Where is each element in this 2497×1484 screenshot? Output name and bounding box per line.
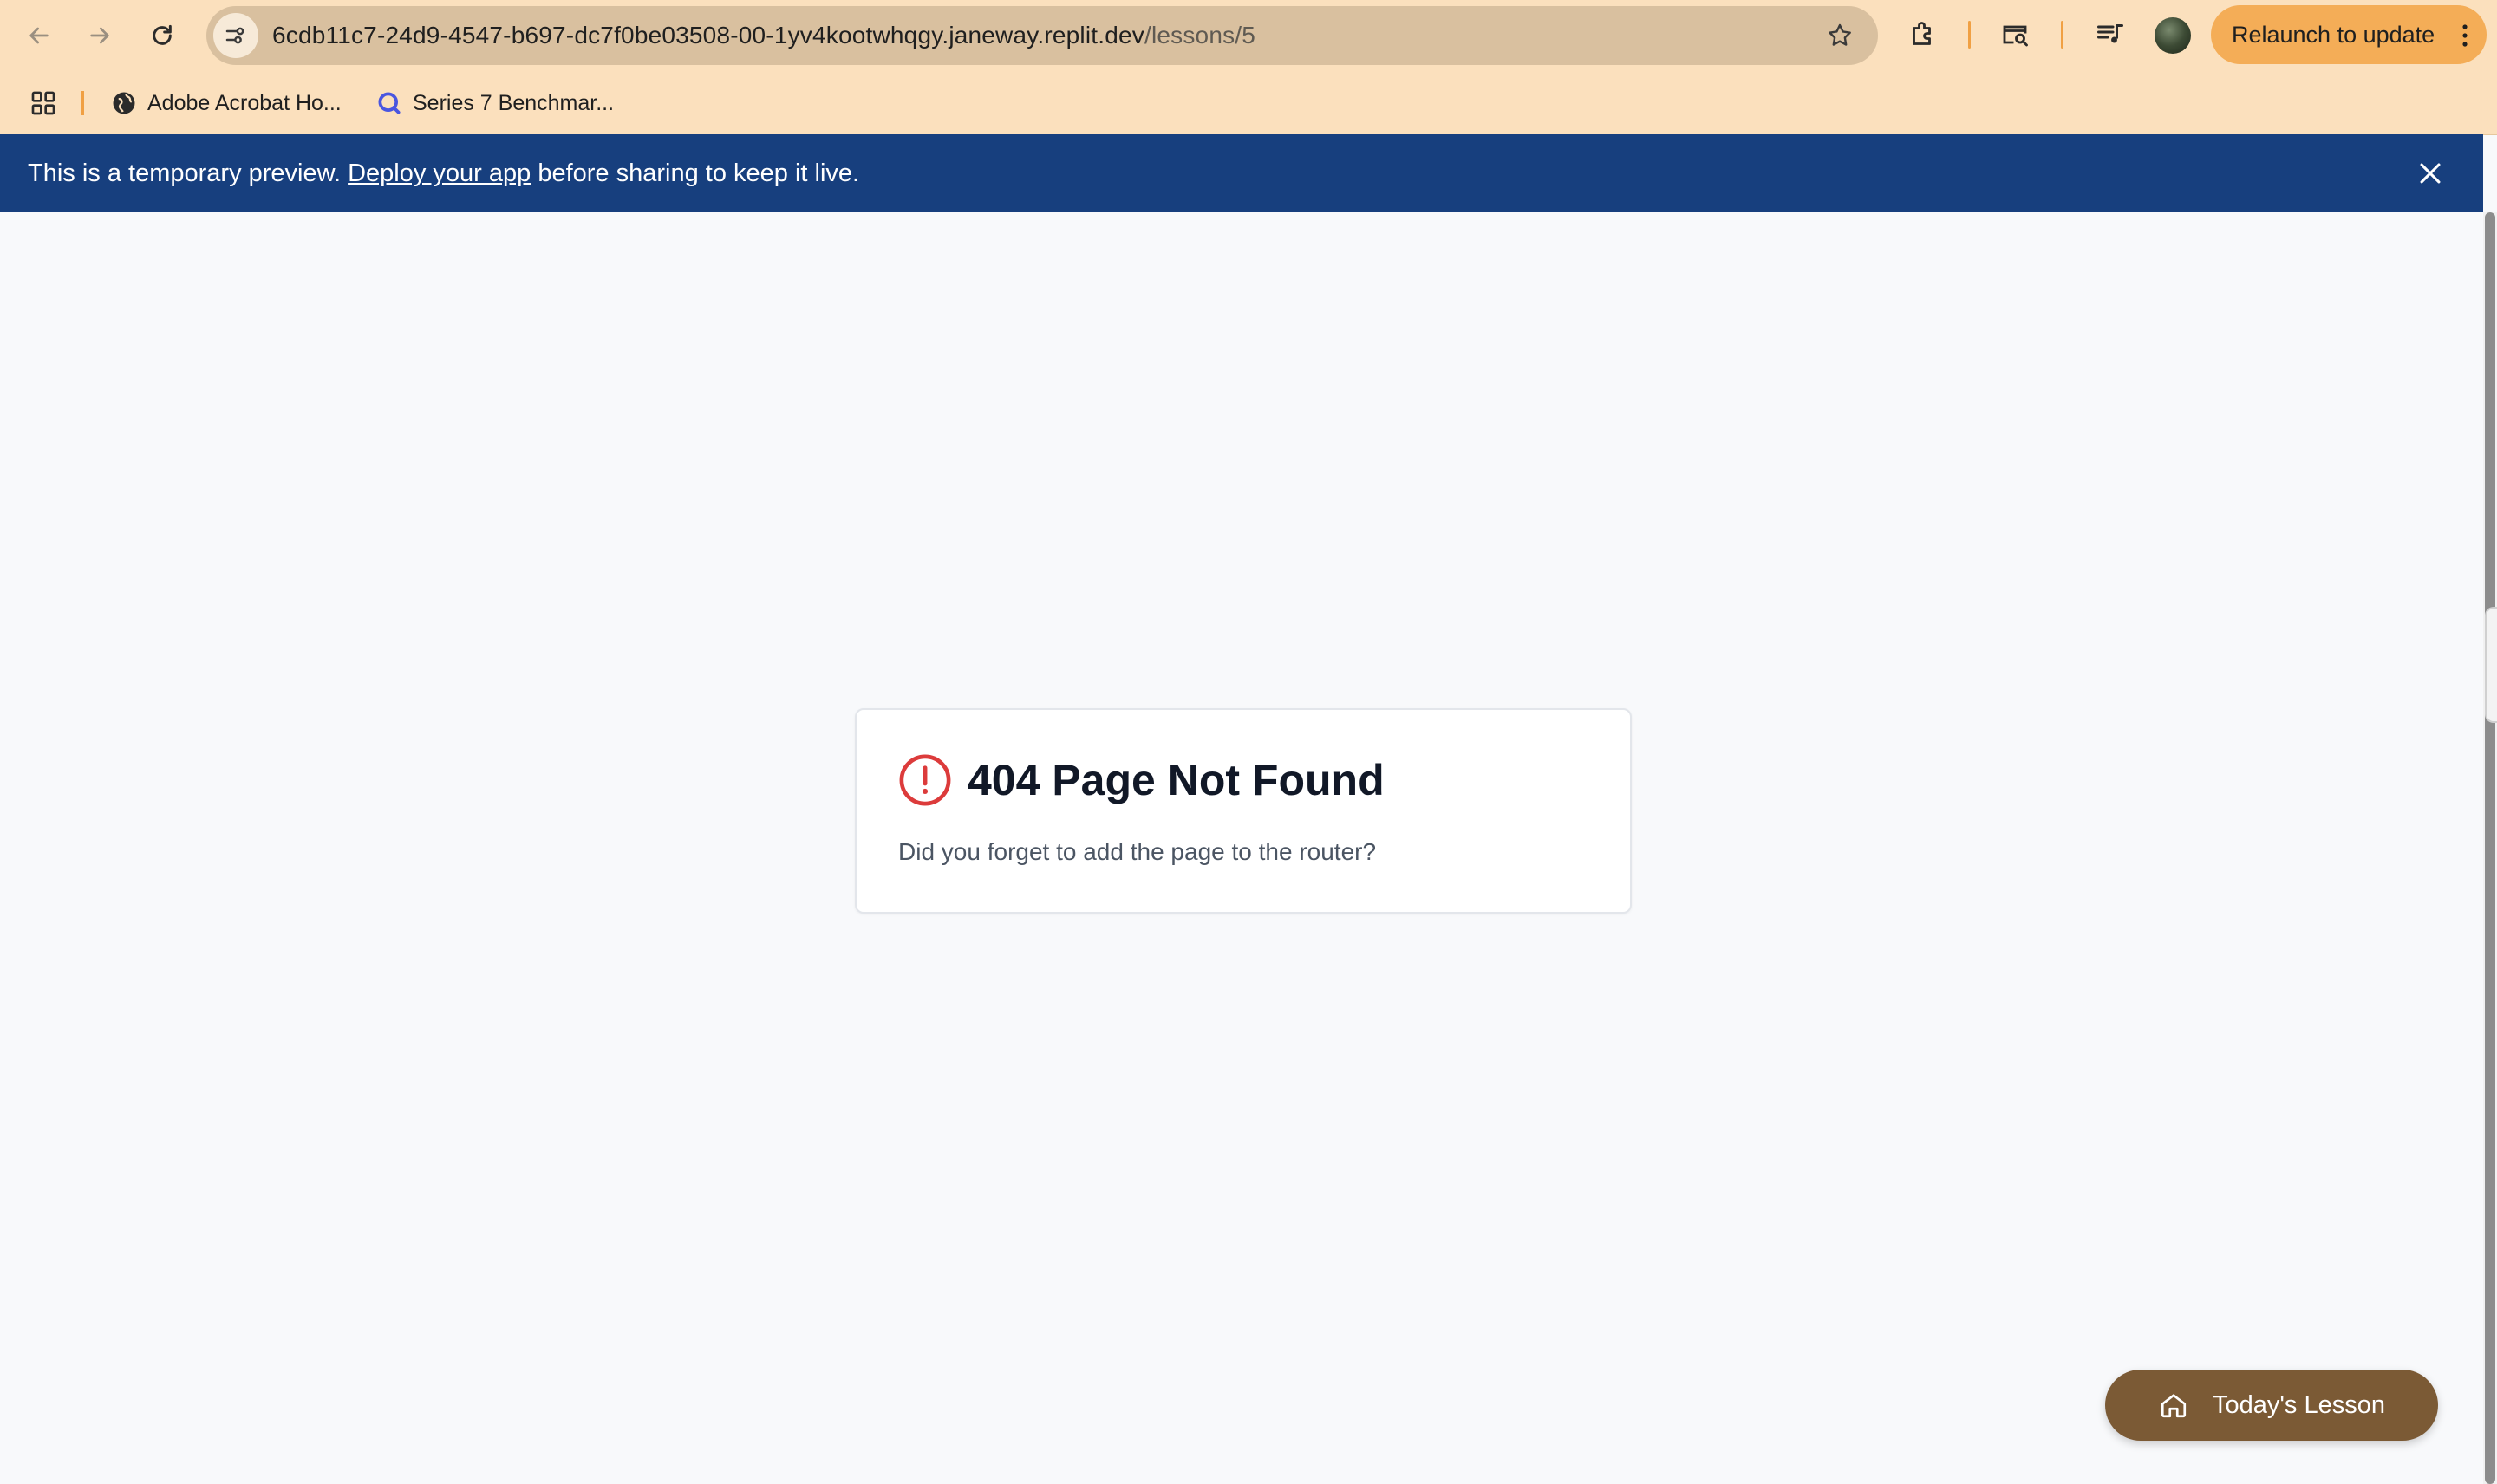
bookmark-star-icon[interactable] [1826,22,1854,49]
todays-lesson-label: Today's Lesson [2213,1390,2385,1419]
more-vert-icon [2462,24,2468,47]
apps-grid-icon[interactable] [29,89,57,117]
arrow-right-icon [90,27,109,44]
toolbar-divider [2061,21,2063,49]
bookmark-series-7[interactable]: Series 7 Benchmar... [376,82,614,124]
banner-text-after: before sharing to keep it live. [531,159,860,187]
queue-music-icon [2097,24,2123,43]
not-found-description: Did you forget to add the page to the ro… [898,838,1377,865]
side-panel-handle[interactable] [2485,607,2497,723]
address-bar[interactable]: 6cdb11c7-24d9-4547-b697-dc7f0be03508-00-… [206,6,1878,65]
alert-circle-icon [899,754,951,806]
reload-button[interactable] [140,14,184,57]
close-icon[interactable] [2416,159,2445,188]
banner-message: This is a temporary preview. Deploy your… [28,134,859,212]
url-text[interactable]: 6cdb11c7-24d9-4547-b697-dc7f0be03508-00-… [272,6,1255,65]
search-q-icon [378,92,401,114]
relaunch-label: Relaunch to update [2232,21,2435,48]
bookmarks-bar: Adobe Acrobat Ho... Series 7 Benchmar... [0,82,2497,124]
extensions-button[interactable] [1904,16,1942,54]
url-host: 6cdb11c7-24d9-4547-b697-dc7f0be03508-00-… [272,22,1144,49]
preview-banner: This is a temporary preview. Deploy your… [0,134,2483,212]
forward-button[interactable] [78,14,121,57]
page-title: 404 Page Not Found [968,756,1385,804]
puzzle-icon [1913,22,1931,45]
bookmark-label: Adobe Acrobat Ho... [147,90,342,115]
bookmarks-divider [81,91,84,115]
window-search-icon [2003,25,2028,47]
browser-chrome: 6cdb11c7-24d9-4547-b697-dc7f0be03508-00-… [0,0,2497,135]
url-path: /lessons/5 [1144,22,1256,49]
banner-text-before: This is a temporary preview. [28,159,349,187]
home-icon [2161,1394,2187,1418]
todays-lesson-button[interactable]: Today's Lesson [2105,1370,2438,1441]
bookmark-label: Series 7 Benchmar... [413,90,615,115]
toolbar-divider [1968,21,1971,49]
page-scrollbar-thumb[interactable] [2485,212,2495,1484]
bookmark-adobe-acrobat[interactable]: Adobe Acrobat Ho... [111,82,342,124]
tune-icon [225,27,244,44]
not-found-card: 404 Page Not Found Did you forget to add… [855,708,1632,914]
deploy-app-link[interactable]: Deploy your app [348,159,531,187]
site-info-button[interactable] [213,13,258,58]
arrow-left-icon [29,27,49,44]
back-button[interactable] [17,14,61,57]
tab-search-button[interactable] [1996,16,2034,54]
media-control-button[interactable] [2091,16,2129,54]
globe-icon [113,92,135,114]
profile-avatar[interactable] [2155,17,2191,54]
reload-icon [153,24,172,45]
relaunch-to-update-button[interactable]: Relaunch to update [2211,5,2487,64]
